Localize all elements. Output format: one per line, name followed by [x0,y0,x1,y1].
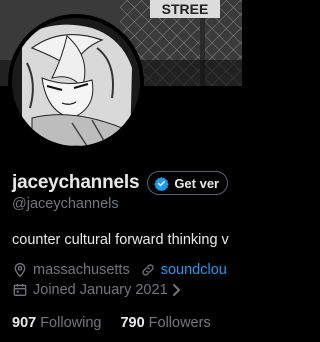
get-verified-label: Get ver [174,175,220,191]
get-verified-button[interactable]: Get ver [147,171,229,195]
handle: @jaceychannels [12,196,119,212]
name-row: jaceychannels Get ver [12,171,242,195]
joined-text: Joined January 2021 [33,282,168,298]
link-icon [140,262,156,278]
website-link[interactable]: soundclou [161,262,227,278]
followers-label: Followers [148,315,211,331]
following-count: 907 [12,315,37,331]
followers-count: 790 [120,315,145,331]
bio: counter cultural forward thinking v [12,232,229,248]
following-link[interactable]: 907 Following [12,315,101,331]
followers-link[interactable]: 790 Followers [120,315,210,331]
location-pin-icon [12,262,28,278]
verified-badge-icon [154,176,170,191]
avatar[interactable] [8,14,144,150]
profile-meta-row: massachusetts soundclou [12,262,227,278]
following-label: Following [40,315,102,331]
follow-stats: 907 Following 790 Followers [12,315,230,331]
joined-row[interactable]: Joined January 2021 [12,282,188,298]
chevron-right-icon [171,283,183,297]
display-name: jaceychannels [12,172,140,193]
calendar-icon [12,282,28,298]
avatar-image [12,18,140,146]
street-sign-text: STREE [162,1,209,17]
location-text: massachusetts [33,262,130,278]
